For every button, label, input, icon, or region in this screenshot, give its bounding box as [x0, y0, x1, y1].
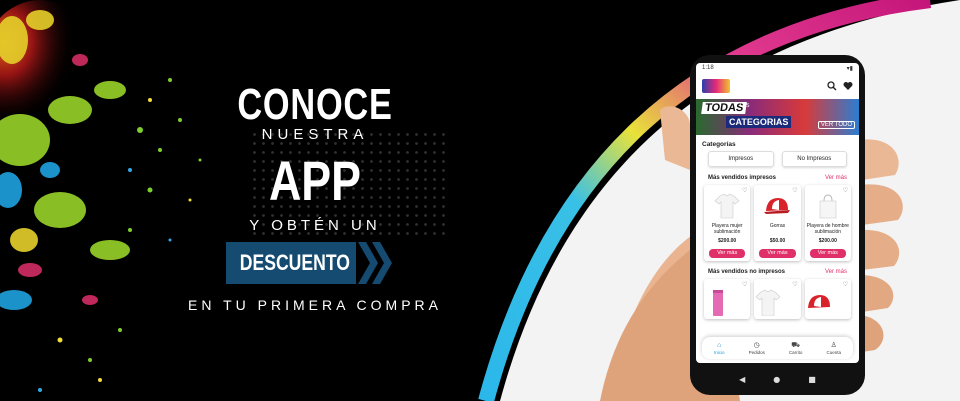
tab-impresos[interactable]: Impresos [708, 151, 774, 167]
user-icon: ♙ [830, 341, 837, 349]
product-name: Gorras [769, 223, 786, 229]
ver-mas-link[interactable]: Ver más [825, 175, 847, 181]
recents-icon[interactable]: ■ [808, 375, 816, 384]
product-card[interactable]: ♡ Gorras $50.00 Ver más [754, 185, 801, 261]
heart-icon[interactable]: ♡ [843, 187, 848, 194]
product-price: $200.00 [718, 238, 737, 244]
nav-cuenta[interactable]: ♙ Cuenta [826, 342, 841, 355]
ver-todo-button[interactable]: VER TODO [817, 121, 855, 129]
hero-categorias: CATEGORIAS [726, 116, 792, 128]
bottom-navigation: ⌂ Inicio ◷ Pedidos ⛟ Carrito ♙ Cuenta [702, 337, 853, 359]
heart-icon[interactable]: ♡ [792, 187, 797, 194]
product-name: Playera de hombre sublimación [806, 223, 849, 235]
ver-mas-link[interactable]: Ver más [825, 269, 847, 275]
home-icon: ⌂ [717, 341, 722, 349]
nav-pedidos[interactable]: ◷ Pedidos [749, 342, 765, 355]
product-card[interactable]: ♡ [704, 279, 751, 319]
categories-hero-banner[interactable]: TODAS LAS CATEGORIAS VER TODO [696, 99, 859, 135]
nav-label: Pedidos [748, 349, 765, 355]
search-icon[interactable] [827, 81, 837, 91]
product-card[interactable]: ♡ Playera mujer sublimación $200.00 Ver … [704, 185, 751, 261]
clock-icon: ◷ [753, 341, 760, 349]
categories-title: Categorías [702, 141, 736, 148]
product-card[interactable]: ♡ Playera de hombre sublimación $200.00 … [804, 185, 851, 261]
product-list: ♡ ♡ ♡ [696, 279, 859, 319]
cart-icon: ⛟ [791, 341, 801, 349]
product-card[interactable]: ♡ [804, 279, 851, 319]
phone-mockup: 1:18 ▾▮ TODAS LAS CATEGORIAS VER TODO Ca… [690, 55, 865, 395]
nav-label: Cuenta [826, 349, 841, 355]
status-time: 1:18 [702, 65, 714, 71]
product-card[interactable]: ♡ [754, 279, 801, 319]
tab-no-impresos[interactable]: No Impresos [781, 151, 847, 167]
tumbler-icon [713, 290, 723, 316]
bag-icon [819, 194, 837, 219]
status-bar: 1:18 ▾▮ [696, 63, 859, 73]
home-button-icon[interactable]: ● [773, 375, 780, 384]
heart-icon[interactable]: ♡ [742, 281, 747, 288]
category-tabs: Impresos No Impresos [696, 151, 859, 167]
app-logo [702, 79, 730, 93]
section-title: Más vendidos impresos [708, 175, 777, 181]
cap-icon [807, 295, 830, 308]
app-header [696, 73, 859, 99]
app-screen: 1:18 ▾▮ TODAS LAS CATEGORIAS VER TODO Ca… [696, 63, 859, 363]
ver-mas-button[interactable]: Ver más [709, 249, 746, 258]
heart-icon[interactable]: ♡ [792, 281, 797, 288]
battery-icon: ▾▮ [846, 66, 853, 72]
nav-inicio[interactable]: ⌂ Inicio [714, 342, 725, 355]
product-price: $200.00 [818, 238, 837, 244]
heart-icon[interactable] [843, 81, 853, 91]
heart-icon[interactable]: ♡ [843, 281, 848, 288]
promo-banner: CONOCE NUESTRA APP Y OBTÉN UN DESCUENTO … [0, 0, 960, 401]
product-price: $50.00 [769, 238, 786, 244]
section-header: Más vendidos impresos Ver más [696, 167, 859, 185]
nav-label: Carrito [788, 349, 803, 355]
cap-icon [764, 198, 791, 214]
product-name: Playera mujer sublimación [711, 223, 743, 235]
ver-mas-button[interactable]: Ver más [759, 249, 796, 258]
tshirt-icon [714, 193, 740, 219]
back-icon[interactable]: ◀ [739, 375, 745, 384]
section-header: Más vendidos no impresos Ver más [696, 261, 859, 279]
tshirt-icon [755, 289, 781, 317]
nav-label: Inicio [714, 349, 725, 355]
heart-icon[interactable]: ♡ [742, 187, 747, 194]
product-list: ♡ Playera mujer sublimación $200.00 Ver … [696, 185, 859, 261]
hero-las: LAS [740, 103, 750, 109]
ver-mas-button[interactable]: Ver más [809, 249, 846, 258]
system-navigation: ◀ ● ■ [690, 369, 865, 389]
section-title: Más vendidos no impresos [708, 269, 786, 275]
nav-carrito[interactable]: ⛟ Carrito [789, 342, 803, 355]
